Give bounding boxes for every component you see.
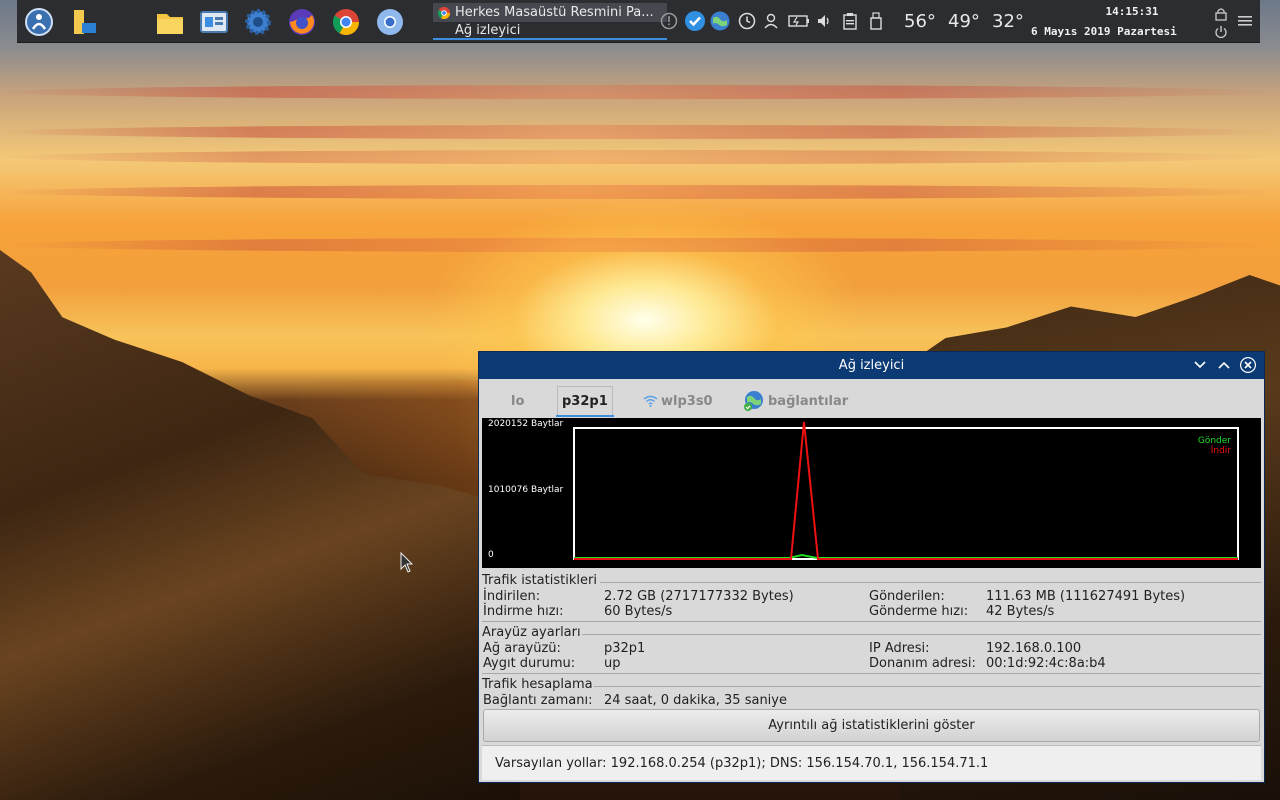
wallpaper-cloud (0, 238, 1280, 252)
downloaded-label: İndirilen: (483, 589, 541, 604)
section-divider (600, 582, 1261, 583)
interface-tabs: lo p32p1 wlp3s0 bağlantılar (482, 380, 1261, 418)
downloaded-value: 2.72 GB (2717177332 Bytes) (604, 589, 794, 604)
window-title: Ağ izleyici (838, 358, 905, 373)
cpu-temp-2: 49° (948, 11, 980, 32)
notification-icon[interactable] (658, 10, 680, 32)
window-titlebar[interactable]: Ağ izleyici (479, 352, 1264, 379)
tab-p32p1-label: p32p1 (562, 394, 608, 409)
tab-wlp3s0[interactable]: wlp3s0 (643, 386, 713, 416)
taskbar-task-group[interactable]: Herkes Masaüstü Resmini Pa... Ağ izleyic… (433, 3, 667, 41)
network-globe-icon[interactable] (709, 10, 731, 32)
device-state-value: up (604, 656, 621, 671)
section-divider (482, 673, 1261, 674)
wallpaper-cloud (0, 185, 1280, 199)
down-speed-value: 60 Bytes/s (604, 604, 673, 619)
tab-p32p1[interactable]: p32p1 (556, 386, 614, 417)
wallpaper-cloud (0, 150, 1280, 164)
section-divider (582, 634, 1261, 635)
up-speed-label: Gönderme hızı: (869, 604, 969, 619)
usb-drive-icon[interactable] (865, 10, 887, 32)
iface-label: Ağ arayüzü: (483, 641, 561, 656)
wifi-icon (643, 395, 658, 407)
ip-label: IP Adresi: (869, 641, 930, 656)
tab-connections[interactable]: bağlantılar (743, 386, 848, 416)
graph-frame (573, 427, 1239, 560)
section-divider (594, 686, 1261, 687)
tab-lo-label: lo (511, 393, 525, 409)
wallpaper-cloud (0, 85, 1280, 99)
traffic-graph-plot: Gönder İndir (573, 421, 1239, 560)
ip-value: 192.168.0.100 (986, 641, 1082, 656)
sent-value: 111.63 MB (111627491 Bytes) (986, 589, 1186, 604)
minimize-chevron-icon[interactable] (1191, 356, 1209, 374)
device-state-label: Aygıt durumu: (483, 656, 576, 671)
system-monitor-icon[interactable] (198, 6, 230, 38)
clipboard-icon[interactable] (839, 10, 861, 32)
send-line (574, 553, 1238, 559)
user-icon[interactable] (761, 10, 783, 32)
file-manager-icon[interactable] (154, 6, 186, 38)
clock-date[interactable]: 6 Mayıs 2019 Pazartesi (1031, 25, 1177, 38)
tab-lo[interactable]: lo (511, 386, 524, 416)
firefox-icon[interactable] (286, 6, 318, 38)
recv-line (574, 421, 1238, 560)
cpu-temp-1: 56° (904, 11, 936, 32)
up-speed-value: 42 Bytes/s (986, 604, 1055, 619)
app-menu-icon[interactable] (23, 6, 55, 38)
wallpaper-cloud (0, 125, 1280, 139)
mouse-cursor-icon (400, 552, 414, 573)
power-icon[interactable] (1210, 21, 1232, 43)
chrome-icon[interactable] (330, 6, 362, 38)
show-desktop-icon[interactable] (69, 6, 101, 38)
connection-time-label: Bağlantı zamanı: (483, 693, 593, 708)
close-icon[interactable] (1239, 356, 1257, 374)
maximize-chevron-icon[interactable] (1215, 356, 1233, 374)
show-detailed-stats-button[interactable]: Ayrıntılı ağ istatistiklerini göster (483, 709, 1260, 742)
accounting-section-title: Trafik hesaplama (482, 677, 593, 692)
volume-icon[interactable] (813, 10, 835, 32)
panel-menu-icon[interactable] (1234, 10, 1256, 32)
routes-dns-text: Varsayılan yollar: 192.168.0.254 (p32p1)… (495, 755, 989, 771)
cpu-temp-3: 32° (992, 11, 1024, 32)
task-network-monitor[interactable]: Ağ izleyici (433, 23, 667, 40)
settings-gear-icon[interactable] (242, 6, 274, 38)
hw-address-value: 00:1d:92:4c:8a:b4 (986, 656, 1106, 671)
tab-connections-label: bağlantılar (768, 393, 849, 409)
clock-icon[interactable] (736, 10, 758, 32)
update-check-icon[interactable] (684, 10, 706, 32)
task-chrome-title: Herkes Masaüstü Resmini Pa... (455, 5, 654, 20)
section-divider (482, 621, 1261, 622)
chrome-small-icon (437, 6, 451, 19)
legend-recv: İndir (1211, 445, 1232, 456)
battery-icon[interactable] (788, 10, 810, 32)
traffic-section-title: Trafik istatistikleri (482, 573, 597, 588)
iface-value: p32p1 (604, 641, 646, 656)
tab-wlp3s0-label: wlp3s0 (661, 393, 713, 409)
legend-send: Gönder (1198, 436, 1231, 446)
routes-footer: Varsayılan yollar: 192.168.0.254 (p32p1)… (482, 745, 1261, 780)
down-speed-label: İndirme hızı: (483, 604, 564, 619)
top-panel: Herkes Masaüstü Resmini Pa... Ağ izleyic… (17, 0, 1260, 43)
task-chrome-window[interactable]: Herkes Masaüstü Resmini Pa... (433, 3, 667, 22)
network-monitor-window: Ağ izleyici lo p32p1 wlp3s0 bağlantılar … (478, 351, 1265, 783)
connection-time-value: 24 saat, 0 dakika, 35 saniye (604, 693, 787, 708)
clock-time[interactable]: 14:15:31 (1097, 5, 1167, 18)
traffic-graph: 2020152 Baytlar 1010076 Baytlar 0 Gönder… (482, 418, 1261, 568)
sent-label: Gönderilen: (869, 589, 945, 604)
iface-section-title: Arayüz ayarları (482, 625, 581, 640)
task-network-monitor-title: Ağ izleyici (455, 23, 521, 38)
connections-globe-icon (744, 391, 763, 411)
hw-address-label: Donanım adresi: (869, 656, 976, 671)
chromium-icon[interactable] (374, 6, 406, 38)
